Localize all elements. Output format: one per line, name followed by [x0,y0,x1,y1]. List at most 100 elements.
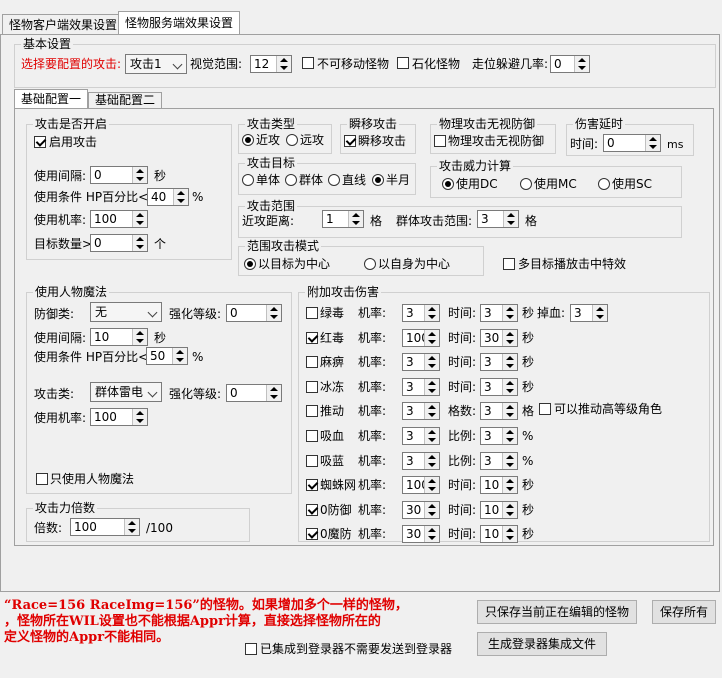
tab-client-effects[interactable]: 怪物客户端效果设置 [2,14,125,35]
extra-row-rate-stepper[interactable]: 3 [402,304,440,322]
only-magic-checkbox[interactable] [36,473,48,485]
target-count-stepper[interactable]: 0 [90,234,148,252]
attack-type-far-radio[interactable] [286,134,298,146]
stepper-buttons[interactable] [424,477,439,493]
stepper-buttons[interactable] [502,428,517,444]
stepper-buttons[interactable] [132,235,147,251]
stepper-buttons[interactable] [276,56,291,72]
dodge-stepper[interactable]: 0 [550,55,590,73]
extra-row-second-stepper[interactable]: 3 [480,427,518,445]
stepper-buttons[interactable] [124,519,139,535]
extra-row-second-stepper[interactable]: 3 [480,402,518,420]
extra-row-checkbox[interactable] [306,332,318,344]
stepper-buttons[interactable] [424,354,439,370]
generate-file-button[interactable]: 生成登录器集成文件 [477,632,607,656]
extra-row-second-stepper[interactable]: 3 [480,353,518,371]
stepper-buttons[interactable] [132,409,147,425]
extra-row-checkbox[interactable] [306,455,318,467]
tab-server-effects[interactable]: 怪物服务端效果设置 [118,11,241,34]
stepper-buttons[interactable] [424,330,439,346]
extra-row-rate-stepper[interactable]: 30 [402,501,440,519]
stepper-buttons[interactable] [503,211,518,227]
stepper-buttons[interactable] [424,453,439,469]
atk-type-select[interactable]: 群体雷电 [90,382,162,402]
interval-stepper[interactable]: 0 [90,166,148,184]
extra-row-checkbox[interactable] [306,405,318,417]
delay-stepper[interactable]: 0 [603,134,661,152]
stepper-buttons[interactable] [424,428,439,444]
atk-strength-stepper[interactable]: 0 [226,384,282,402]
extra-row-checkbox[interactable] [306,381,318,393]
save-current-button[interactable]: 只保存当前正在编辑的怪物 [477,600,637,624]
group-range-stepper[interactable]: 3 [477,210,519,228]
stepper-buttons[interactable] [502,379,517,395]
stepper-buttons[interactable] [173,189,188,205]
extra-row-rate-stepper[interactable]: 30 [402,525,440,543]
subtab-config-two[interactable]: 基础配置二 [88,92,163,108]
extra-row-rate-stepper[interactable]: 3 [402,378,440,396]
target-group-radio[interactable] [285,174,297,186]
extra-row-checkbox[interactable] [306,356,318,368]
extra-row-second-stepper[interactable]: 10 [480,476,518,494]
extra-row-rate-stepper[interactable]: 3 [402,452,440,470]
extra-row-second-stepper[interactable]: 30 [480,329,518,347]
stepper-buttons[interactable] [502,502,517,518]
extra-row-checkbox[interactable] [306,504,318,516]
stepper-buttons[interactable] [502,330,517,346]
extra-row-second-stepper[interactable]: 10 [480,501,518,519]
save-all-button[interactable]: 保存所有 [652,600,716,624]
magic-interval-stepper[interactable]: 10 [90,328,148,346]
view-range-stepper[interactable]: 12 [250,55,292,73]
power-mc-radio[interactable] [520,178,532,190]
magic-rate-stepper[interactable]: 100 [90,408,148,426]
stepper-buttons[interactable] [502,453,517,469]
stepper-buttons[interactable] [132,329,147,345]
stepper-buttons[interactable] [502,526,517,542]
stepper-buttons[interactable] [348,211,363,227]
petrify-checkbox[interactable] [397,57,409,69]
extra-row-rate-stepper[interactable]: 3 [402,427,440,445]
extra-row-second-stepper[interactable]: 3 [480,304,518,322]
stepper-buttons[interactable] [266,385,281,401]
stepper-buttons[interactable] [502,305,517,321]
extra-row-checkbox[interactable] [306,307,318,319]
target-line-radio[interactable] [328,174,340,186]
extra-row-checkbox[interactable] [306,479,318,491]
multi-effect-checkbox[interactable] [503,258,515,270]
mode-target-center-radio[interactable] [244,258,256,270]
stepper-buttons[interactable] [132,211,147,227]
magic-hp-stepper[interactable]: 50 [146,347,188,365]
immovable-checkbox[interactable] [302,57,314,69]
stepper-buttons[interactable] [502,403,517,419]
near-range-stepper[interactable]: 1 [322,210,364,228]
extra-row-rate-stepper[interactable]: 3 [402,402,440,420]
extra-row-second-stepper[interactable]: 10 [480,525,518,543]
stepper-buttons[interactable] [424,526,439,542]
stepper-buttons[interactable] [574,56,589,72]
extra-row-rate-stepper[interactable]: 3 [402,353,440,371]
stepper-buttons[interactable] [172,348,187,364]
attack-select[interactable]: 攻击1 [125,54,187,74]
extra-row-second-stepper[interactable]: 3 [480,378,518,396]
stepper-buttons[interactable] [132,167,147,183]
stepper-buttons[interactable] [266,305,281,321]
mode-self-center-radio[interactable] [364,258,376,270]
extra-row-third-stepper[interactable]: 3 [570,304,608,322]
stepper-buttons[interactable] [645,135,660,151]
hp-stepper[interactable]: 40 [147,188,189,206]
stepper-buttons[interactable] [424,305,439,321]
stepper-buttons[interactable] [592,305,607,321]
power-sc-radio[interactable] [598,178,610,190]
target-single-radio[interactable] [242,174,254,186]
enable-attack-checkbox[interactable] [34,136,46,148]
target-half-radio[interactable] [372,174,384,186]
rate-stepper[interactable]: 100 [90,210,148,228]
extra-row-checkbox[interactable] [306,528,318,540]
extra-row-rate-stepper[interactable]: 100 [402,329,440,347]
multiplier-stepper[interactable]: 100 [70,518,140,536]
integrated-checkbox[interactable] [245,643,257,655]
push-high-level-checkbox[interactable] [539,403,551,415]
ignore-def-checkbox[interactable] [434,135,446,147]
stepper-buttons[interactable] [424,403,439,419]
subtab-config-one[interactable]: 基础配置一 [14,89,89,108]
